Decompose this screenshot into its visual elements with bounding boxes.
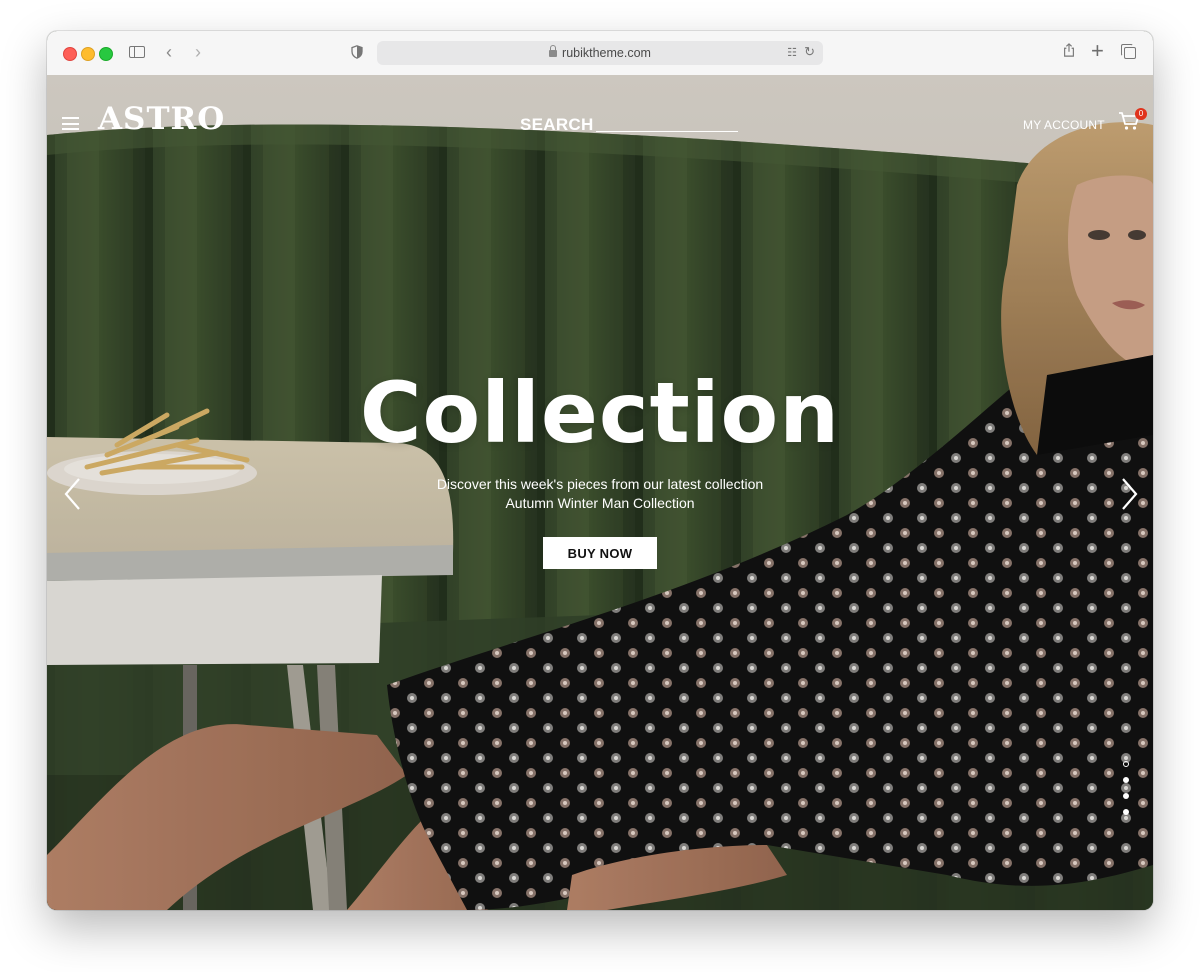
- slider-dot-1[interactable]: [1123, 761, 1129, 767]
- sidebar-toggle-icon[interactable]: [129, 46, 145, 58]
- forward-icon[interactable]: ›: [195, 42, 201, 63]
- cart-button[interactable]: 0: [1118, 108, 1147, 135]
- reload-icon[interactable]: ↻: [804, 44, 815, 60]
- search-input[interactable]: [596, 115, 738, 132]
- buy-now-button[interactable]: BUY NOW: [543, 537, 657, 569]
- slider-next-arrow-icon[interactable]: [1119, 477, 1139, 511]
- tab-overview-icon[interactable]: [1121, 44, 1136, 59]
- url-value: rubiktheme.com: [562, 46, 651, 60]
- minimize-window-button[interactable]: [81, 47, 95, 61]
- back-icon[interactable]: ‹: [166, 42, 172, 63]
- slider-dot-3[interactable]: [1123, 793, 1129, 799]
- browser-toolbar: ‹ › rubiktheme.com ☷ ↻ +: [47, 31, 1153, 76]
- hero-collection-name: Autumn Winter Man Collection: [505, 495, 695, 511]
- slider-dot-2[interactable]: [1123, 777, 1129, 783]
- lock-icon: [549, 45, 558, 57]
- hero-subtitle: Discover this week's pieces from our lat…: [436, 476, 764, 492]
- hamburger-menu-icon[interactable]: [62, 117, 79, 130]
- slider-dot-4[interactable]: [1123, 809, 1129, 815]
- hero-title: Collection: [359, 364, 841, 462]
- browser-window: ‹ › rubiktheme.com ☷ ↻ + ASTRO SEARCH MY…: [47, 31, 1153, 910]
- search-form: SEARCH: [520, 115, 740, 137]
- new-tab-icon[interactable]: +: [1091, 38, 1104, 64]
- zoom-window-button[interactable]: [99, 47, 113, 61]
- share-icon[interactable]: [1063, 43, 1075, 57]
- slider-pagination: [1123, 761, 1131, 825]
- my-account-link[interactable]: MY ACCOUNT: [1023, 118, 1105, 132]
- url-text: rubiktheme.com: [377, 45, 823, 60]
- search-label: SEARCH: [520, 115, 594, 134]
- translate-icon[interactable]: ☷: [787, 46, 797, 59]
- cart-count-badge: 0: [1135, 108, 1147, 120]
- address-bar[interactable]: rubiktheme.com ☷ ↻: [377, 41, 823, 65]
- site-logo[interactable]: ASTRO: [98, 101, 225, 137]
- close-window-button[interactable]: [63, 47, 77, 61]
- hero-background-image: [47, 75, 1153, 910]
- slider-prev-arrow-icon[interactable]: [63, 477, 83, 511]
- privacy-shield-icon[interactable]: [351, 45, 363, 59]
- hero-slider: ASTRO SEARCH MY ACCOUNT 0 Collection Dis…: [47, 75, 1153, 910]
